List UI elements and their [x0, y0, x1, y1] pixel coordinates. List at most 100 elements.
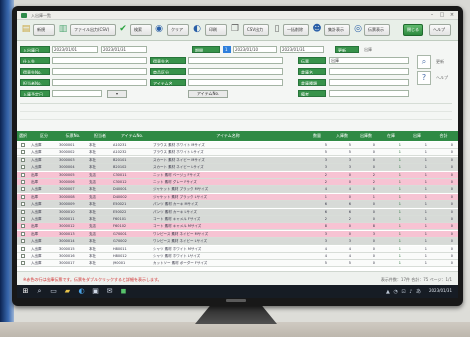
column-header[interactable]: 数量 — [305, 131, 329, 141]
summary-button[interactable]: 集計表示 — [324, 24, 350, 36]
period-date-field[interactable]: 2023/01/10 — [233, 46, 277, 53]
document-icon[interactable]: ▯ — [272, 24, 282, 35]
store-icon[interactable]: ▣ — [91, 287, 100, 296]
table-row[interactable]: 入出庫 3000002 本社 A10232 ブラウス 素材 ホワイト Lサイズ 5 5 0 1 1… — [17, 149, 458, 157]
table-row[interactable]: 入出庫 3000016 本社 H80012 シャツ 素材 ホワイト Lサイズ 4 4 0 1 1 0 — [17, 253, 458, 260]
table-row[interactable]: 入出庫 3000007 本社 D40001 ジャケット 素材 ブラック Mサイズ 4 4 0 1… — [17, 186, 458, 194]
user-icon[interactable]: ☻ — [312, 24, 322, 35]
file-icon[interactable]: ▥ — [58, 24, 68, 35]
row-checkbox[interactable] — [21, 187, 25, 192]
row-checkbox[interactable] — [21, 194, 25, 199]
column-header[interactable]: 伝票No. — [59, 131, 87, 141]
csv-output-button[interactable]: CSV出力 — [243, 24, 269, 36]
table-row[interactable]: 入出庫 3000015 本社 H80011 シャツ 素材 ホワイト Mサイズ 4 4 0 1 1 0 — [17, 245, 458, 253]
check-icon[interactable]: ✔ — [118, 24, 128, 35]
table-row[interactable]: 出庫 3000013 支店 G70001 ワンピース 素材 ネイビー Mサイズ 3 0 3 1 1… — [17, 230, 458, 238]
row-checkbox[interactable] — [21, 217, 25, 221]
row-checkbox[interactable] — [21, 157, 25, 162]
column-header[interactable]: 選択 — [17, 131, 29, 141]
table-row[interactable]: 出庫 3000012 支店 F60102 コート 素材 キャメル Mサイズ 8 0 8 1 1 0 — [17, 223, 458, 231]
search-icon[interactable]: ⌕ — [35, 287, 44, 296]
table-row[interactable]: 出庫 3000006 支店 C30012 ニット 素材 グレー Fサイズ 2 0 2 1 1 0 — [17, 179, 458, 186]
staff-no-field[interactable] — [52, 79, 147, 86]
table-row[interactable]: 入出庫 3000004 本社 B20102 スカート 素材 ネイビー Lサイズ 3 3 0 1 1… — [17, 164, 458, 172]
row-checkbox[interactable] — [21, 246, 25, 251]
item-no-button[interactable]: アイテムNo. — [188, 90, 228, 98]
eye-icon[interactable]: ◎ — [353, 24, 363, 35]
row-checkbox[interactable] — [21, 172, 25, 177]
date-from-field[interactable]: 2023/01/01 — [52, 46, 98, 53]
slip-field[interactable]: 出庫 — [329, 57, 409, 64]
mail-icon[interactable]: ✉ — [105, 287, 114, 296]
row-checkbox[interactable] — [21, 239, 25, 244]
print-button[interactable]: 印刷 — [205, 24, 227, 36]
column-header[interactable]: 担当者 — [89, 131, 111, 141]
item-name-field[interactable] — [188, 79, 283, 86]
table-row[interactable]: 入出庫 3000001 本社 A10231 ブラウス 素材 ホワイト Mサイズ 5 5 0 1 1… — [17, 142, 458, 149]
period-date-to-field[interactable]: 2023/01/31 — [280, 46, 324, 53]
column-header[interactable]: 出庫 — [405, 131, 429, 141]
tray-icons[interactable]: ▲ ◔ ⊡ ♪ あ — [386, 288, 422, 295]
table-row[interactable]: 入出庫 3000010 本社 E50022 パンツ 素材 カーキ Lサイズ 6 6 0 1 1 0 — [17, 208, 458, 216]
refresh-icon[interactable]: ◐ — [192, 24, 202, 35]
task-view-icon[interactable]: ▭ — [49, 287, 58, 296]
column-header[interactable]: 出庫数 — [355, 131, 377, 141]
arrival-date-field[interactable] — [52, 90, 102, 97]
row-checkbox[interactable] — [21, 150, 25, 155]
clear-button[interactable]: クリア — [167, 24, 189, 36]
period-select[interactable]: 1 — [223, 46, 231, 53]
table-cell: 入出庫 — [31, 187, 42, 192]
column-header[interactable]: 在庫 — [379, 131, 403, 141]
row-checkbox[interactable] — [21, 143, 25, 147]
globe-icon[interactable]: ◉ — [154, 24, 164, 35]
row-checkbox[interactable] — [21, 254, 25, 258]
column-header[interactable]: 入庫数 — [331, 131, 353, 141]
edge-icon[interactable]: ◐ — [77, 287, 86, 296]
warehouse-field[interactable] — [329, 68, 409, 75]
row-checkbox[interactable] — [21, 231, 25, 236]
column-header[interactable]: 合計 — [431, 131, 456, 141]
new-button[interactable]: 新規 — [33, 24, 55, 36]
category-field[interactable] — [188, 68, 283, 75]
help-button[interactable]: ヘルプ — [429, 24, 451, 36]
minimize-icon[interactable]: – — [428, 12, 436, 18]
column-header[interactable]: アイテムNo. — [113, 131, 151, 141]
copy-icon[interactable]: ❐ — [230, 24, 240, 35]
row-checkbox[interactable] — [21, 180, 25, 184]
table-row[interactable]: 入出庫 3000011 本社 F60101 コート 素材 キャメル Fサイズ 2 2 0 1 1 0 — [17, 216, 458, 223]
explorer-icon[interactable]: ▰ — [63, 287, 72, 296]
close-icon[interactable]: × — [448, 12, 456, 18]
maximize-icon[interactable]: □ — [438, 12, 446, 18]
remarks-field[interactable] — [329, 90, 409, 97]
bulk-delete-button[interactable]: 一括削除 — [283, 24, 309, 36]
clock[interactable]: 2023/01/31 — [429, 288, 452, 293]
table-row[interactable]: 入出庫 3000003 本社 B20101 スカート 素材 ネイビー Mサイズ 3 3 0 1 1… — [17, 156, 458, 164]
app-icon[interactable]: ◼ — [119, 287, 128, 296]
date-to-field[interactable]: 2023/01/31 — [101, 46, 147, 53]
supplier-field[interactable] — [52, 57, 147, 64]
export-csv-button[interactable]: ファイル出力(CSV) — [70, 24, 116, 36]
search-button[interactable]: 検索 — [130, 24, 152, 36]
windows-icon[interactable]: ⊞ — [21, 287, 30, 296]
row-checkbox[interactable] — [21, 209, 25, 214]
table-row[interactable]: 入出庫 3000014 本社 G70002 ワンピース 素材 ネイビー Lサイズ 3 3 0 1… — [17, 238, 458, 246]
table-row[interactable]: 出庫 3000008 支店 D40002 ジャケット 素材 ブラック Lサイズ 1 0 1 1 1… — [17, 193, 458, 201]
row-checkbox[interactable] — [21, 202, 25, 207]
arrival-calendar-button[interactable]: ▾ — [107, 90, 127, 98]
help-circle-icon[interactable]: ? — [417, 71, 431, 85]
customer-no-field[interactable] — [52, 68, 147, 75]
row-checkbox[interactable] — [21, 261, 25, 266]
table-row[interactable]: 入出庫 3000017 本社 J90001 カットソー 素材 ボーダー Fサイズ 5 5 0 1… — [17, 260, 458, 268]
table-row[interactable]: 出庫 3000005 支店 C30011 ニット 素材 ベージュ Fサイズ 2 0 2 1 1 0 — [17, 171, 458, 179]
warehouse-type-field[interactable] — [329, 79, 409, 86]
column-header[interactable]: 区分 — [31, 131, 57, 141]
close-button[interactable]: 閉じる — [403, 24, 423, 36]
customer-name-field[interactable] — [188, 57, 283, 64]
table-row[interactable]: 入出庫 3000009 本社 E50021 パンツ 素材 カーキ Mサイズ 6 6 0 1 1 0 — [17, 201, 458, 209]
slip-view-button[interactable]: 伝票表示 — [364, 24, 390, 36]
row-checkbox[interactable] — [21, 224, 25, 229]
column-header[interactable]: アイテム名称 — [153, 131, 303, 141]
row-checkbox[interactable] — [21, 165, 25, 170]
search-icon[interactable]: ⌕ — [417, 55, 431, 69]
folder-icon[interactable]: ▤ — [21, 24, 31, 35]
